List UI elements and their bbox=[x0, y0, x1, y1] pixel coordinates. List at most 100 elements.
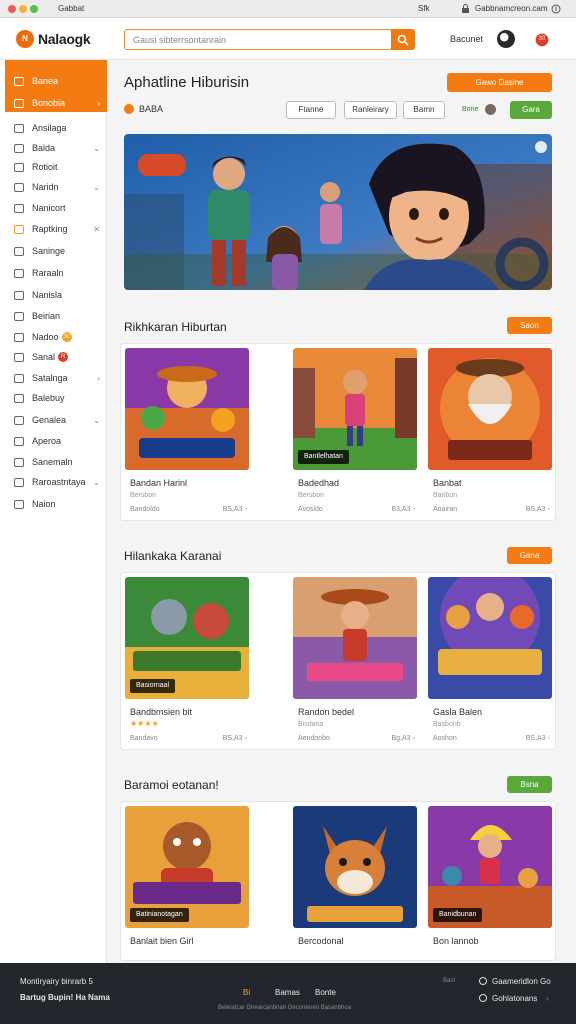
footer-right-link-1[interactable]: Gaameridlon Go bbox=[492, 977, 551, 986]
book-icon bbox=[14, 246, 24, 256]
sidebar-item-raptking[interactable]: Raptking ✕ bbox=[14, 221, 104, 237]
share-icon bbox=[14, 477, 24, 487]
game-meta: Aendonbo bbox=[298, 735, 330, 742]
section-panel-3: Batinianotagan Banlait bien Girl Bercodo… bbox=[120, 801, 556, 961]
sidebar-item-nanisla[interactable]: Nanisla bbox=[14, 287, 104, 303]
status-dot-icon bbox=[124, 104, 134, 114]
sidebar-item-rotioit[interactable]: Rotioit bbox=[14, 159, 104, 175]
game-thumbnail[interactable]: Batinianotagan bbox=[125, 806, 249, 928]
grid-icon bbox=[14, 98, 24, 108]
sidebar-item-sanemaln[interactable]: Sanemaln bbox=[14, 454, 104, 470]
logo-icon[interactable]: N bbox=[16, 30, 34, 48]
footer-link-1[interactable]: Bi bbox=[243, 988, 250, 997]
game-subtitle: Baribun bbox=[433, 492, 458, 499]
game-art bbox=[293, 577, 417, 699]
game-thumbnail[interactable] bbox=[428, 577, 552, 699]
sidebar-item-beirian[interactable]: Beirian bbox=[14, 308, 104, 324]
game-subtitle: Basbonb bbox=[433, 721, 461, 728]
user-avatar[interactable] bbox=[497, 30, 515, 48]
sidebar-item-naridn[interactable]: Naridn ⌄ bbox=[14, 179, 104, 195]
game-title[interactable]: Bandan Harinl bbox=[130, 478, 187, 488]
sidebar-item-raraaln[interactable]: Raraaln bbox=[14, 265, 104, 281]
game-title[interactable]: Bercodonal bbox=[298, 936, 344, 946]
game-title[interactable]: Bandbmsien bit bbox=[130, 707, 192, 717]
profile-icon[interactable] bbox=[485, 104, 496, 115]
close-window-button[interactable] bbox=[8, 5, 16, 13]
sidebar-item-genalea[interactable]: Genalea ⌄ bbox=[14, 412, 104, 428]
game-title[interactable]: Badedhad bbox=[298, 478, 339, 488]
footer-small-label: Banl bbox=[443, 978, 456, 984]
filter-label: BABA bbox=[124, 104, 163, 114]
section-button-1[interactable]: Saon bbox=[507, 317, 552, 334]
thumbnail-caption: Basiornaal bbox=[130, 679, 176, 693]
url-text[interactable]: Gabbnamcreon.cam bbox=[475, 4, 547, 13]
game-thumbnail[interactable] bbox=[125, 348, 249, 470]
app-header: N Nalaogk Bacunet 30 bbox=[0, 18, 576, 60]
sidebar-item-aperoa[interactable]: Aperoa bbox=[14, 433, 104, 449]
game-thumbnail[interactable]: Bantlelhatan bbox=[293, 348, 417, 470]
game-art bbox=[293, 806, 417, 928]
section-panel-1: Bandan Harinl Bersbon Bandoldo BS,A3 ◦ B… bbox=[120, 343, 556, 521]
lock-icon bbox=[462, 4, 469, 13]
sidebar-item-nanicort[interactable]: Nanicort bbox=[14, 200, 104, 216]
sidebar-item-balda[interactable]: Balda ⌄ bbox=[14, 140, 104, 156]
sidebar-item-nadoo[interactable]: Nadoo 30 bbox=[14, 329, 104, 345]
game-title[interactable]: Gasla Balen bbox=[433, 707, 482, 717]
hero-banner[interactable] bbox=[124, 134, 552, 290]
footer-link-2[interactable]: Bamas bbox=[275, 988, 300, 997]
game-art bbox=[428, 577, 552, 699]
share-icon[interactable] bbox=[551, 4, 561, 14]
game-meta: Aoairan bbox=[433, 506, 458, 513]
game-stats: Bg,A3 ◦ bbox=[391, 735, 416, 742]
primary-action-button[interactable]: Gawo Dasine bbox=[447, 73, 552, 92]
green-action-button[interactable]: Gara bbox=[510, 101, 552, 119]
maximize-window-button[interactable] bbox=[30, 5, 38, 13]
sidebar-item-satalnga[interactable]: Satalnga › bbox=[14, 370, 104, 386]
game-meta: Bandavo bbox=[130, 735, 158, 742]
account-link[interactable]: Bacunet bbox=[450, 34, 483, 44]
section-button-2[interactable]: Gana bbox=[507, 547, 552, 564]
game-stats: BS,A3 ◦ bbox=[525, 506, 550, 513]
document-icon bbox=[14, 203, 24, 213]
footer-link-3[interactable]: Bonte bbox=[315, 988, 336, 997]
game-title[interactable]: Banlait bien Girl bbox=[130, 936, 194, 946]
game-subtitle: Bersbon bbox=[298, 492, 325, 499]
section-button-3[interactable]: Bsna bbox=[507, 776, 552, 793]
game-thumbnail[interactable]: Basiornaal bbox=[125, 577, 249, 699]
minimize-window-button[interactable] bbox=[19, 5, 27, 13]
sidebar-item-naion[interactable]: Naion bbox=[14, 496, 104, 512]
hero-play-button[interactable] bbox=[535, 141, 547, 153]
tag-icon bbox=[14, 123, 24, 133]
game-thumbnail[interactable] bbox=[293, 577, 417, 699]
game-thumbnail[interactable] bbox=[293, 806, 417, 928]
logo-text[interactable]: Nalaogk bbox=[38, 31, 91, 47]
sidebar-item-bonobia[interactable]: Bonobia › bbox=[14, 95, 104, 111]
sidebar-item-banea[interactable]: Banea bbox=[14, 73, 104, 89]
footer-text-2[interactable]: Bartug Bupin! Ha Nama bbox=[20, 993, 110, 1002]
sidebar-item-balebuy[interactable]: Balebuy bbox=[14, 390, 104, 406]
footer-right-link-2[interactable]: Gohlatonans bbox=[492, 994, 537, 1003]
home-icon bbox=[14, 76, 24, 86]
game-title[interactable]: Randon bedel bbox=[298, 707, 354, 717]
game-thumbnail[interactable]: Banidbunan bbox=[428, 806, 552, 928]
gamepad-icon bbox=[14, 290, 24, 300]
sidebar: Banea Bonobia › Ansilaga Balda ⌄ Rotioit N… bbox=[0, 60, 107, 963]
sidebar-item-raroastntaya[interactable]: Raroastntaya ⌄ bbox=[14, 474, 104, 490]
filter-button-1[interactable]: Ftanne bbox=[286, 101, 336, 119]
filter-button-2[interactable]: Ranleirary bbox=[344, 101, 397, 119]
sidebar-item-saninge[interactable]: Saninge bbox=[14, 243, 104, 259]
sidebar-item-ansilaga[interactable]: Ansilaga bbox=[14, 120, 104, 136]
game-thumbnail[interactable] bbox=[428, 348, 552, 470]
url-left: Sfk bbox=[418, 4, 430, 13]
sidebar-item-sanal[interactable]: Sanal R bbox=[14, 349, 104, 365]
game-title[interactable]: Banbat bbox=[433, 478, 462, 488]
edit-icon bbox=[14, 182, 24, 192]
notification-avatar[interactable]: 30 bbox=[533, 30, 551, 48]
search-input[interactable] bbox=[124, 29, 392, 50]
filter-button-3[interactable]: Bamn bbox=[403, 101, 445, 119]
search-button[interactable] bbox=[391, 29, 415, 50]
game-meta: Avosldo bbox=[298, 506, 323, 513]
game-stats: BS,A3 ◦ bbox=[525, 735, 550, 742]
game-title[interactable]: Bon lannob bbox=[433, 936, 479, 946]
section-title-1: Rikhkaran Hiburtan bbox=[124, 320, 227, 334]
